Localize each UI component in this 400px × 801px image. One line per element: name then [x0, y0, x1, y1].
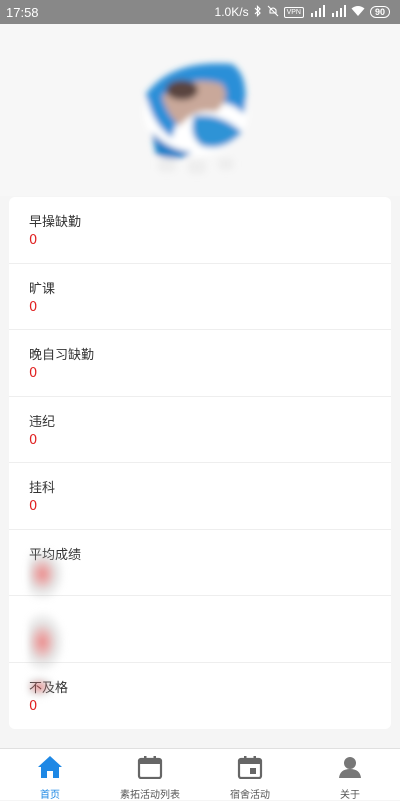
tab-about[interactable]: 关于 — [300, 749, 400, 801]
stat-row-truancy[interactable]: 旷课 0 — [9, 264, 391, 330]
tab-activity-list[interactable]: 素拓活动列表 — [100, 749, 200, 801]
signal-hd-icon — [309, 4, 325, 20]
stat-value: 0 — [29, 233, 38, 248]
bottom-tab-bar: 首页 素拓活动列表 宿舍活动 关于 — [0, 748, 400, 801]
stat-row-average-score[interactable]: 平均成绩 — [9, 530, 391, 596]
status-bar: 17:58 1.0K/s VPN 90 — [0, 0, 400, 24]
calendar-icon — [137, 755, 163, 783]
stat-label: 早操缺勤 — [29, 215, 82, 230]
tab-home[interactable]: 首页 — [0, 749, 100, 801]
stat-value: 0 — [29, 299, 38, 315]
stat-label: 不及格 — [29, 680, 391, 698]
stat-row-evening-study-absence[interactable]: 晚自习缺勤 0 — [9, 330, 391, 397]
stat-label: 晚自习缺勤 — [29, 348, 95, 363]
stat-value: 0 — [29, 432, 38, 448]
stat-row-fail-count[interactable]: 不及格 0 — [9, 663, 391, 730]
stat-label: 违纪 — [29, 414, 56, 430]
stat-label: 旷课 — [29, 281, 56, 297]
avatar[interactable] — [132, 54, 260, 182]
person-icon — [337, 755, 363, 783]
signal-icon — [330, 4, 346, 20]
calendar-event-icon — [237, 755, 263, 783]
home-icon — [37, 755, 63, 783]
wifi-icon — [351, 5, 365, 20]
profile-header — [0, 24, 400, 196]
stat-value: 0 — [29, 499, 38, 514]
tab-label: 素拓活动列表 — [120, 790, 180, 801]
redaction-blur — [28, 548, 64, 600]
stat-value: 0 — [29, 366, 38, 381]
stat-value: 0 — [29, 698, 38, 714]
stat-row-discipline-violation[interactable]: 违纪 0 — [9, 397, 391, 463]
tab-label: 关于 — [340, 790, 360, 801]
battery-indicator: 90 — [369, 6, 390, 18]
vpn-badge: VPN — [283, 6, 304, 18]
tab-dorm-activity[interactable]: 宿舍活动 — [200, 749, 300, 801]
stat-row-obscured[interactable] — [9, 596, 391, 663]
tab-label: 宿舍活动 — [230, 790, 270, 801]
tab-label: 首页 — [40, 790, 60, 801]
status-time: 17:58 — [6, 4, 39, 20]
bluetooth-icon — [254, 4, 262, 20]
stat-label: 平均成绩 — [29, 547, 391, 565]
stat-row-failed-courses[interactable]: 挂科 0 — [9, 463, 391, 530]
mute-icon — [267, 5, 279, 20]
stats-card: 早操缺勤 0 旷课 0 晚自习缺勤 0 违纪 0 挂科 0 平均成绩 不及格 0 — [9, 197, 391, 729]
redaction-blur — [28, 612, 64, 672]
stat-label: 挂科 — [29, 481, 56, 496]
stat-row-morning-exercise-absence[interactable]: 早操缺勤 0 — [9, 197, 391, 264]
network-speed: 1.0K/s — [214, 5, 249, 19]
status-icons: 1.0K/s VPN 90 — [214, 4, 390, 20]
redaction-blur — [28, 676, 56, 698]
